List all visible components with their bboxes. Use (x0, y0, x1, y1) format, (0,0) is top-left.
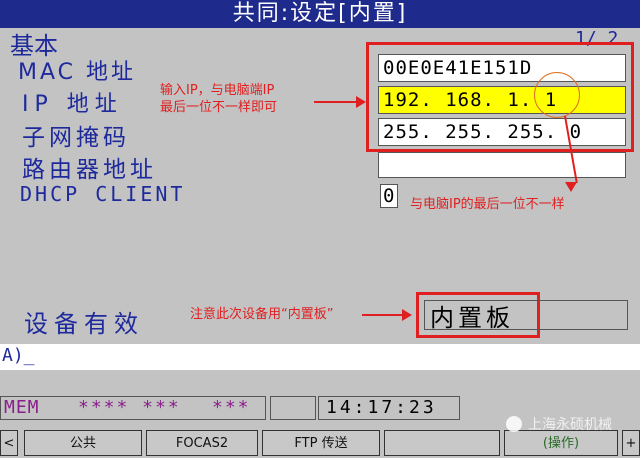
ip-arrow-head (356, 96, 366, 108)
status-stars-2: *** (212, 397, 251, 418)
router-label: 路由器地址 (22, 157, 157, 183)
softkey-common[interactable]: 公共 (24, 430, 142, 456)
device-arrow-head (402, 309, 412, 321)
ip-annotation-arrow (314, 101, 362, 103)
wechat-icon (506, 416, 522, 432)
command-line[interactable] (0, 344, 640, 370)
status-stars-1: **** *** (78, 397, 181, 418)
softkey-ftp-transfer[interactable]: FTP 传送 (262, 430, 380, 456)
subnet-annotation: 与电脑IP的最后一位不一样 (410, 197, 565, 212)
status-time: 14:17:23 (326, 397, 437, 418)
mac-label: MAC 地址 (18, 60, 136, 85)
device-annotation-arrow (362, 314, 404, 316)
ip-annotation-line1: 输入IP，与电脑端IP (160, 83, 275, 98)
router-address-field[interactable] (378, 152, 626, 178)
screen-title: 共同:设定[内置] (232, 1, 408, 26)
device-field[interactable]: 内置板 (430, 298, 514, 333)
ip-annotation: 输入IP，与电脑端IP 最后一位不一样即可 (160, 82, 320, 116)
subnet-mask-field[interactable]: 255. 255. 255. 0 (378, 118, 626, 146)
status-mode: MEM (4, 397, 40, 418)
subnet-label: 子网掩码 (22, 125, 130, 151)
watermark: 上海永硕机械 (528, 417, 612, 433)
softkey-left-arrow[interactable]: < (0, 430, 18, 456)
status-blank-frame (270, 396, 316, 420)
softkey-focas2[interactable]: FOCAS2 (146, 430, 258, 456)
highlight-circle (534, 72, 580, 118)
device-annotation: 注意此次设备用“内置板” (190, 307, 334, 322)
ip-label: IP 地址 (22, 92, 123, 117)
ip-address-field[interactable]: 192. 168. 1. 1 (378, 86, 626, 114)
subnet-arrow-head (565, 182, 577, 192)
mac-address-field[interactable]: 00E0E41E151D (378, 54, 626, 82)
dhcp-label: DHCP CLIENT (20, 182, 186, 206)
softkey-right-arrow[interactable]: + (622, 430, 640, 456)
softkey-blank[interactable] (384, 430, 500, 456)
command-prompt: A)_ (2, 345, 35, 366)
device-label: 设备有效 (24, 310, 144, 338)
dhcp-client-field[interactable]: 0 (380, 184, 398, 208)
ip-annotation-line2: 最后一位不一样即可 (160, 100, 278, 115)
